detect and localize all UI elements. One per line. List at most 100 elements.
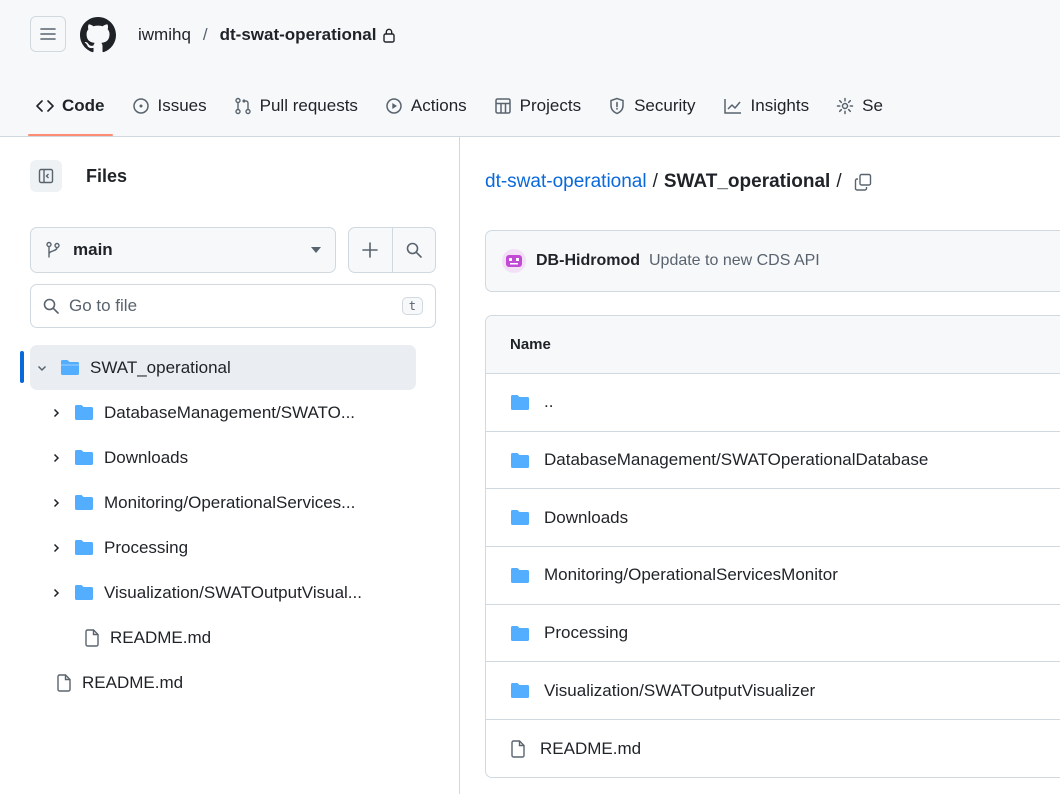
folder-icon: [510, 452, 530, 469]
tree-item-label: README.md: [110, 627, 212, 647]
hamburger-icon: [40, 28, 56, 40]
table-row[interactable]: Visualization/SWATOutputVisualizer: [486, 662, 1060, 721]
tab-label: Actions: [410, 96, 467, 115]
chevron-right-icon[interactable]: [48, 543, 64, 553]
row-name[interactable]: README.md: [540, 739, 641, 759]
chevron-right-icon[interactable]: [48, 408, 64, 418]
tree-item-label: DatabaseManagement/SWATO...: [104, 402, 356, 422]
tree-item-databasemanagement[interactable]: DatabaseManagement/SWATO...: [0, 390, 460, 435]
tab-label: Insights: [750, 96, 810, 115]
path-current: SWAT_operational: [663, 171, 831, 192]
chevron-down-icon[interactable]: [34, 363, 50, 373]
branch-name: main: [73, 240, 113, 259]
tab-issues[interactable]: Issues: [124, 88, 215, 124]
row-name[interactable]: Visualization/SWATOutputVisualizer: [544, 681, 815, 701]
play-icon: [386, 98, 402, 114]
shield-icon: [610, 97, 624, 115]
branch-selector[interactable]: main: [30, 227, 336, 273]
tab-actions[interactable]: Actions: [377, 88, 475, 124]
tree-item-downloads[interactable]: Downloads: [0, 435, 460, 480]
folder-icon: [510, 509, 530, 526]
tree-item-label: SWAT_operational: [90, 357, 231, 377]
row-name[interactable]: Downloads: [544, 508, 628, 528]
folder-icon: [510, 625, 530, 642]
repo-breadcrumb: iwmihq / dt-swat-operational: [138, 23, 396, 47]
issue-icon: [132, 98, 149, 114]
repo-link[interactable]: dt-swat-operational: [220, 25, 377, 45]
owner-link[interactable]: iwmihq: [138, 25, 191, 45]
path-repo-link[interactable]: dt-swat-operational: [485, 171, 647, 193]
row-name[interactable]: DatabaseManagement/SWATOperationalDataba…: [544, 450, 928, 470]
tab-settings[interactable]: Se: [828, 88, 891, 124]
github-logo-icon[interactable]: [80, 17, 116, 53]
tab-code[interactable]: Code: [28, 88, 113, 136]
folder-icon: [74, 539, 94, 556]
lock-icon: [382, 27, 396, 43]
directory-path: dt-swat-operational / SWAT_operational /: [485, 171, 872, 193]
table-row[interactable]: ..: [486, 374, 1060, 432]
tree-item-readme-nested[interactable]: README.md: [0, 615, 460, 660]
tab-insights[interactable]: Insights: [715, 88, 818, 124]
tab-security[interactable]: Security: [600, 88, 703, 124]
search-code-button[interactable]: [391, 228, 435, 272]
table-row[interactable]: Monitoring/OperationalServicesMonitor: [486, 547, 1060, 605]
tab-label: Se: [862, 96, 883, 115]
tree-item-label: Processing: [104, 537, 189, 557]
commit-message[interactable]: Update to new CDS API: [649, 252, 820, 270]
plus-icon: [362, 242, 379, 258]
folder-icon: [74, 494, 94, 511]
add-file-button[interactable]: [349, 228, 392, 272]
tree-item-label: Monitoring/OperationalServices...: [104, 492, 356, 512]
go-to-file-input[interactable]: [69, 296, 402, 316]
folder-open-icon: [60, 359, 80, 376]
file-tree-sidebar: Files main t SWAT_operational: [0, 137, 460, 794]
row-name[interactable]: Processing: [544, 623, 628, 643]
tab-pull-requests[interactable]: Pull requests: [226, 88, 366, 124]
tab-label: Security: [634, 96, 696, 115]
files-header: Files: [30, 159, 127, 193]
chevron-right-icon[interactable]: [48, 588, 64, 598]
row-name[interactable]: ..: [544, 392, 553, 412]
row-name[interactable]: Monitoring/OperationalServicesMonitor: [544, 565, 838, 585]
sidebar-collapse-icon: [38, 168, 54, 184]
shortcut-key: t: [401, 297, 423, 315]
copy-icon: [854, 173, 871, 191]
menu-button[interactable]: [30, 16, 66, 52]
table-row[interactable]: Downloads: [486, 489, 1060, 548]
pull-request-icon: [234, 97, 251, 115]
avatar[interactable]: [502, 249, 526, 273]
column-name-header: Name: [510, 336, 551, 353]
path-separator: /: [836, 171, 842, 192]
tree-item-processing[interactable]: Processing: [0, 525, 460, 570]
table-row[interactable]: README.md: [486, 720, 1060, 777]
gear-icon: [836, 97, 854, 115]
tab-projects[interactable]: Projects: [486, 88, 589, 124]
chevron-right-icon[interactable]: [48, 498, 64, 508]
go-to-file[interactable]: t: [30, 284, 436, 328]
latest-commit: DB-Hidromod Update to new CDS API: [485, 230, 1060, 292]
file-icon: [84, 628, 100, 647]
tree-item-label: README.md: [82, 672, 184, 692]
copy-path-button[interactable]: [854, 173, 872, 191]
folder-icon: [74, 449, 94, 466]
commit-author[interactable]: DB-Hidromod: [536, 252, 640, 270]
tree-item-swat-operational[interactable]: SWAT_operational: [20, 345, 416, 390]
branch-icon: [46, 241, 60, 258]
repo-header: iwmihq / dt-swat-operational Code Issues…: [0, 0, 1060, 137]
table-row[interactable]: DatabaseManagement/SWATOperationalDataba…: [486, 432, 1060, 490]
chevron-right-icon[interactable]: [48, 453, 64, 463]
tree-item-label: Downloads: [104, 447, 189, 467]
breadcrumb-separator: /: [202, 25, 208, 44]
table-row[interactable]: Processing: [486, 605, 1060, 663]
folder-icon: [74, 584, 94, 601]
file-icon: [56, 673, 72, 692]
tree-item-readme-root[interactable]: README.md: [0, 660, 460, 705]
file-tree: SWAT_operational DatabaseManagement/SWAT…: [0, 345, 460, 705]
collapse-sidebar-button[interactable]: [30, 160, 62, 192]
tree-item-visualization[interactable]: Visualization/SWATOutputVisual...: [0, 570, 460, 615]
table-header: Name: [486, 316, 1060, 374]
file-action-group: [348, 227, 436, 273]
code-icon: [36, 100, 54, 112]
folder-icon: [510, 682, 530, 699]
tree-item-monitoring[interactable]: Monitoring/OperationalServices...: [0, 480, 460, 525]
